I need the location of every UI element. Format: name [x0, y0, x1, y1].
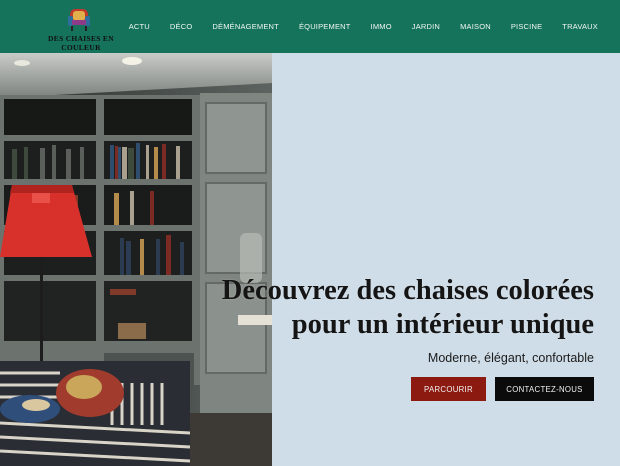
hero-title-line1: Découvrez des chaises colorées: [221, 275, 594, 306]
nav-item-piscine[interactable]: PISCINE: [501, 0, 552, 53]
contact-button[interactable]: CONTACTEZ-NOUS: [495, 377, 594, 401]
nav-item-deco[interactable]: DÉCO: [160, 0, 202, 53]
browse-button[interactable]: PARCOURIR: [411, 377, 486, 401]
site-logo[interactable]: DES CHAISES EN COULEUR: [30, 6, 132, 52]
nav-item-equipement[interactable]: ÉQUIPEMENT: [289, 0, 361, 53]
nav-item-actu[interactable]: ACTU: [119, 0, 160, 53]
nav-item-demenagement[interactable]: DÉMÉNAGEMENT: [202, 0, 289, 53]
main-nav: ACTU DÉCO DÉMÉNAGEMENT ÉQUIPEMENT IMMO J…: [119, 0, 608, 53]
site-header: DES CHAISES EN COULEUR ACTU DÉCO DÉMÉNAG…: [0, 0, 620, 53]
logo-text: DES CHAISES EN COULEUR: [48, 34, 114, 52]
armchair-icon: [68, 9, 90, 31]
hero-subtitle: Moderne, élégant, confortable: [427, 351, 594, 365]
nav-item-jardin[interactable]: JARDIN: [402, 0, 450, 53]
nav-item-travaux[interactable]: TRAVAUX: [552, 0, 608, 53]
hero-section: Découvrez des chaises colorées pour un i…: [0, 53, 620, 466]
hero-title-line2: pour un intérieur unique: [291, 309, 594, 340]
hero-panel: [272, 53, 620, 466]
nav-item-maison[interactable]: MAISON: [450, 0, 501, 53]
interior-illustration: [0, 53, 272, 466]
hero-title: Découvrez des chaises colorées pour un i…: [154, 274, 594, 342]
hero-photo: [0, 53, 272, 466]
nav-item-immo[interactable]: IMMO: [361, 0, 402, 53]
